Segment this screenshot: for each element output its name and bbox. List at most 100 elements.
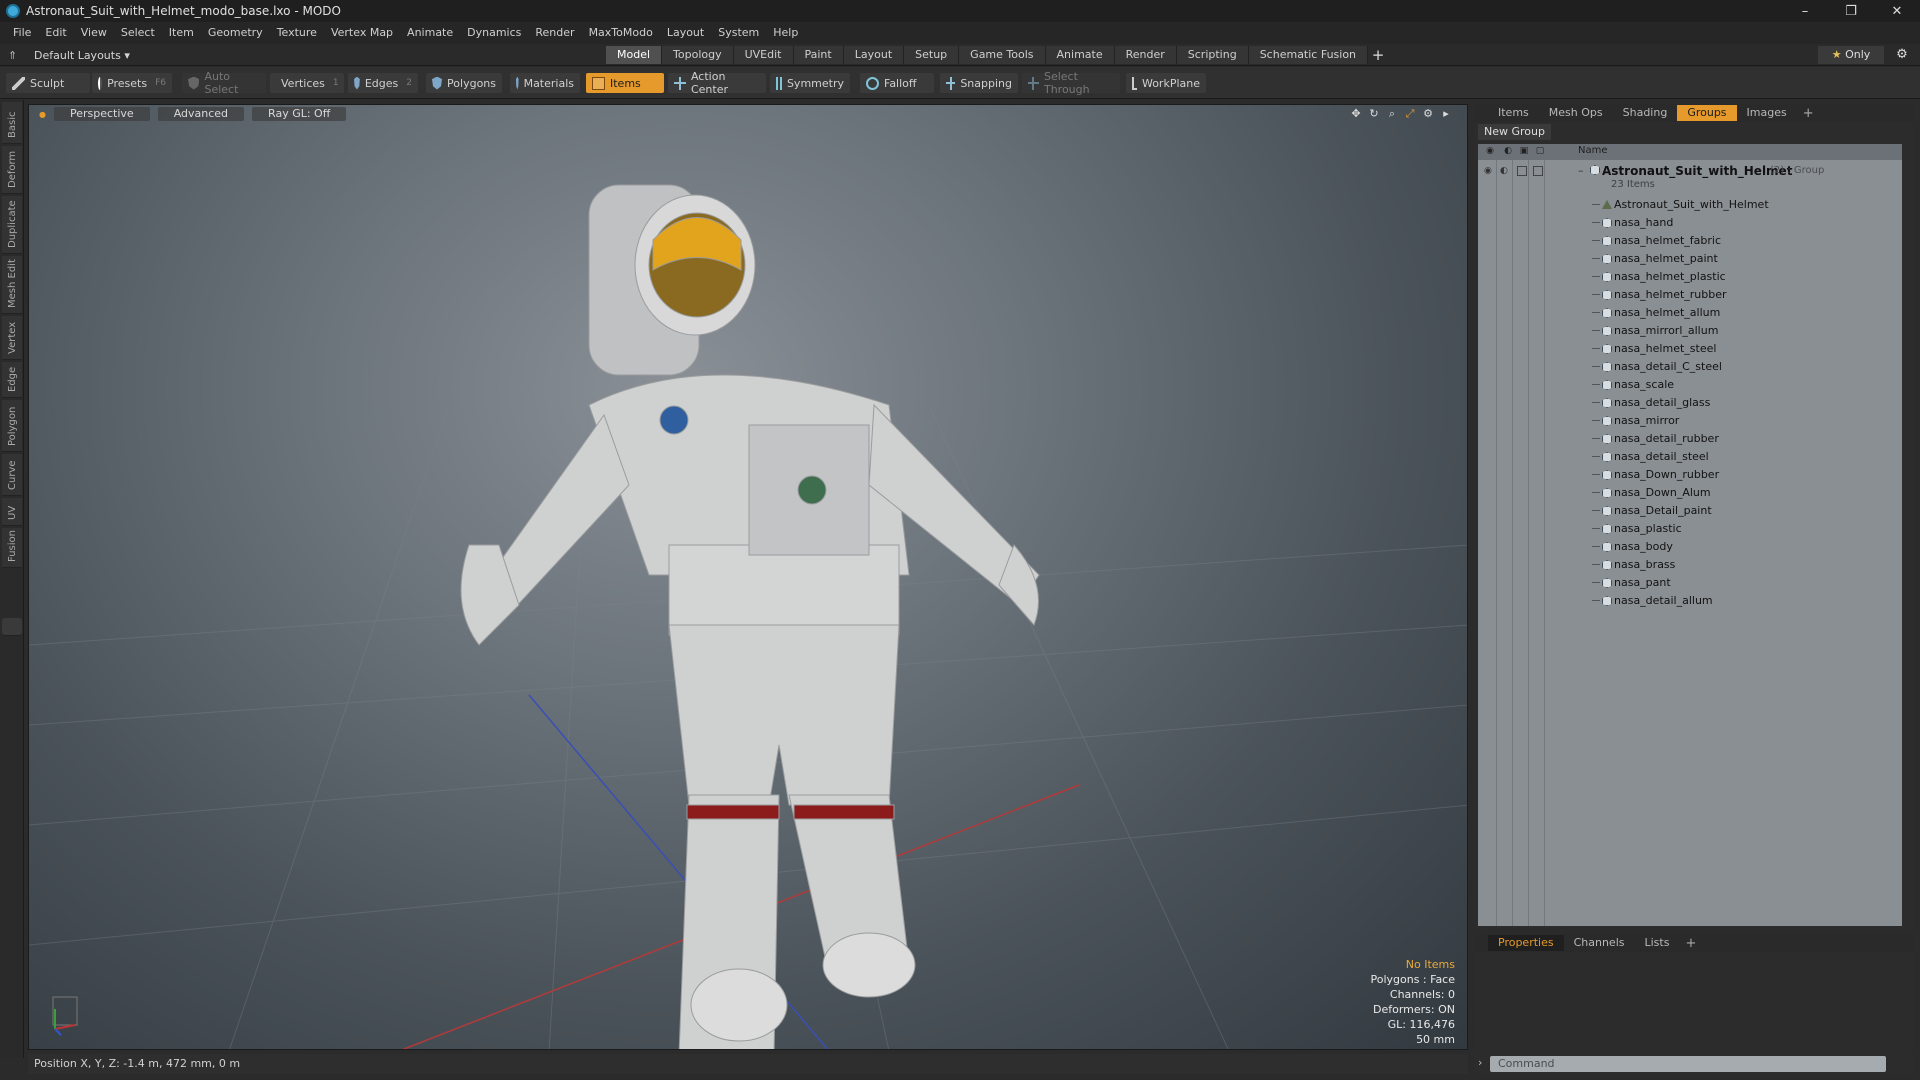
list-item[interactable]: nasa_mirrorl_allum [1478, 322, 1902, 340]
pan-icon[interactable]: ✥ [1349, 107, 1363, 121]
menu-texture[interactable]: Texture [270, 22, 324, 44]
list-item[interactable]: nasa_brass [1478, 556, 1902, 574]
menu-layout[interactable]: Layout [660, 22, 711, 44]
tab-uv[interactable]: UV [2, 498, 22, 526]
select-column-icon[interactable]: ▢ [1534, 146, 1546, 158]
list-item[interactable]: nasa_hand [1478, 214, 1902, 232]
tab-fusion[interactable]: Fusion [2, 528, 22, 568]
gear-icon[interactable]: ⚙ [1892, 46, 1912, 64]
layouts-dropdown[interactable]: ⇑ Default Layouts ▾ [8, 44, 130, 66]
tab-game-tools[interactable]: Game Tools [959, 46, 1046, 64]
symmetry-button[interactable]: Symmetry [770, 73, 850, 93]
tab-shading[interactable]: Shading [1613, 105, 1678, 121]
tab-model[interactable]: Model [606, 46, 663, 64]
visibility-column-icon[interactable]: ◉ [1484, 146, 1496, 158]
action-center-button[interactable]: Action Center [668, 70, 766, 96]
list-item[interactable]: nasa_detail_glass [1478, 394, 1902, 412]
lock-column-icon[interactable]: ▣ [1518, 146, 1530, 158]
list-item[interactable]: nasa_helmet_paint [1478, 250, 1902, 268]
materials-button[interactable]: Materials [510, 73, 580, 93]
layout-toggle-icon[interactable]: ⇑ [8, 49, 20, 62]
viewport-expand-icon[interactable]: ▸ [1439, 107, 1453, 121]
list-item[interactable]: nasa_mirror [1478, 412, 1902, 430]
vertices-button[interactable]: Vertices 1 [270, 73, 344, 93]
list-item[interactable]: nasa_helmet_plastic [1478, 268, 1902, 286]
tool-palette-toggle[interactable] [2, 618, 22, 636]
add-tab-button[interactable]: + [1679, 936, 1702, 951]
snapping-button[interactable]: Snapping [940, 73, 1018, 93]
menu-file[interactable]: File [6, 22, 38, 44]
polygons-button[interactable]: Polygons [426, 73, 502, 93]
tab-paint[interactable]: Paint [793, 46, 844, 64]
list-item[interactable]: nasa_scale [1478, 376, 1902, 394]
minimize-button[interactable]: – [1782, 0, 1828, 22]
tab-basic[interactable]: Basic [2, 102, 22, 144]
tab-vertex[interactable]: Vertex [2, 316, 22, 360]
menu-edit[interactable]: Edit [38, 22, 73, 44]
list-item[interactable]: nasa_helmet_rubber [1478, 286, 1902, 304]
list-item[interactable]: nasa_Detail_paint [1478, 502, 1902, 520]
tab-images[interactable]: Images [1737, 105, 1797, 121]
tab-channels[interactable]: Channels [1564, 935, 1635, 951]
close-button[interactable]: ✕ [1874, 0, 1920, 22]
only-button[interactable]: ★ Only [1818, 46, 1884, 64]
presets-button[interactable]: Presets F6 [92, 73, 172, 93]
sculpt-button[interactable]: Sculpt [6, 73, 90, 93]
tab-items[interactable]: Items [1488, 105, 1539, 121]
render-toggle-icon[interactable]: ◐ [1500, 166, 1508, 176]
fit-icon[interactable]: ⤢ [1403, 107, 1417, 121]
list-item[interactable]: Astronaut_Suit_with_Helmet [1478, 196, 1902, 214]
restore-button[interactable]: ❐ [1828, 0, 1874, 22]
new-group-button[interactable]: New Group [1478, 124, 1551, 140]
tab-deform[interactable]: Deform [2, 146, 22, 194]
workplane-button[interactable]: WorkPlane [1126, 73, 1206, 93]
edges-button[interactable]: Edges 2 [348, 73, 418, 93]
tab-topology[interactable]: Topology [662, 46, 734, 64]
menu-system[interactable]: System [711, 22, 766, 44]
menu-render[interactable]: Render [528, 22, 581, 44]
render-column-icon[interactable]: ◐ [1502, 146, 1514, 158]
list-item[interactable]: nasa_Down_rubber [1478, 466, 1902, 484]
items-button[interactable]: Items [586, 73, 664, 93]
tab-uvedit[interactable]: UVEdit [733, 46, 794, 64]
tab-setup[interactable]: Setup [904, 46, 960, 64]
group-row[interactable]: ◉ ◐ – Astronaut_Suit_with_Helmet (2) : G… [1478, 162, 1902, 190]
tab-duplicate[interactable]: Duplicate [2, 196, 22, 254]
viewport-settings-icon[interactable]: ⚙ [1421, 107, 1435, 121]
list-item[interactable]: nasa_pant [1478, 574, 1902, 592]
select-through-button[interactable]: Select Through [1022, 70, 1120, 96]
menu-view[interactable]: View [74, 22, 114, 44]
tab-mesh-ops[interactable]: Mesh Ops [1539, 105, 1613, 121]
menu-help[interactable]: Help [766, 22, 805, 44]
list-item[interactable]: nasa_detail_C_steel [1478, 358, 1902, 376]
list-item[interactable]: nasa_helmet_steel [1478, 340, 1902, 358]
tab-animate[interactable]: Animate [1045, 46, 1115, 64]
tab-render[interactable]: Render [1114, 46, 1177, 64]
menu-vertex-map[interactable]: Vertex Map [324, 22, 400, 44]
tab-schematic-fusion[interactable]: Schematic Fusion [1248, 46, 1369, 64]
view-mode-button[interactable]: Perspective [53, 107, 150, 121]
menu-geometry[interactable]: Geometry [201, 22, 270, 44]
tab-polygon[interactable]: Polygon [2, 400, 22, 452]
3d-viewport[interactable]: ● Perspective Advanced Ray GL: Off ✥ ↻ ⌕… [28, 104, 1468, 1050]
collapse-icon[interactable]: – [1578, 164, 1584, 177]
add-tab-button[interactable]: + [1797, 106, 1820, 121]
list-item[interactable]: nasa_detail_steel [1478, 448, 1902, 466]
shading-mode-button[interactable]: Advanced [157, 107, 245, 121]
list-item[interactable]: nasa_Down_Alum [1478, 484, 1902, 502]
eye-icon[interactable]: ◉ [1484, 166, 1492, 176]
tab-groups[interactable]: Groups [1677, 105, 1737, 121]
name-column-header[interactable]: Name [1578, 145, 1608, 156]
menu-select[interactable]: Select [114, 22, 162, 44]
falloff-button[interactable]: Falloff [860, 73, 934, 93]
tab-properties[interactable]: Properties [1488, 935, 1564, 951]
ray-gl-button[interactable]: Ray GL: Off [252, 107, 347, 121]
tab-curve[interactable]: Curve [2, 454, 22, 496]
tab-scripting[interactable]: Scripting [1176, 46, 1249, 64]
command-input[interactable]: Command [1490, 1056, 1886, 1072]
tab-lists[interactable]: Lists [1635, 935, 1680, 951]
menu-maxtomodo[interactable]: MaxToModo [582, 22, 660, 44]
menu-animate[interactable]: Animate [400, 22, 460, 44]
rotate-icon[interactable]: ↻ [1367, 107, 1381, 121]
auto-select-button[interactable]: Auto Select [182, 70, 266, 96]
